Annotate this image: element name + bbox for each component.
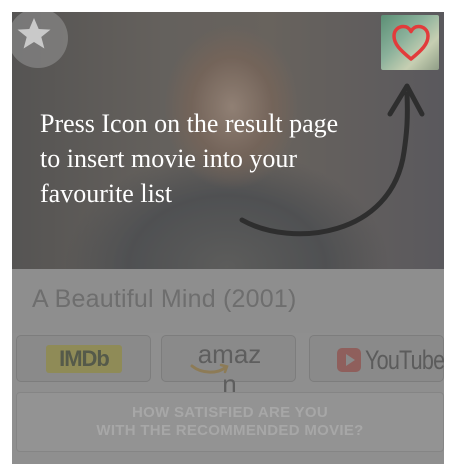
movie-title-row: A Beautiful Mind (2001) [12,269,444,333]
movie-title: A Beautiful Mind (2001) [32,285,297,313]
movie-result-card: Press Icon on the result page to insert … [12,12,444,464]
imdb-button[interactable]: IMDb [16,335,151,382]
youtube-wordmark: YouTube [365,345,444,375]
favourite-button[interactable] [381,15,439,70]
curved-arrow-icon [239,83,425,237]
amazon-button[interactable]: amaz n [161,335,296,399]
imdb-logo: IMDb [46,345,122,373]
heart-icon [392,24,430,61]
amazon-smile-icon [190,363,229,374]
star-icon [17,18,51,49]
youtube-play-icon [337,348,361,372]
youtube-button[interactable]: YouTube [309,335,444,382]
satisfaction-button-label: HOW SATISFIED ARE YOU WITH THE RECOMMEND… [96,404,364,439]
satisfaction-button[interactable]: HOW SATISFIED ARE YOU WITH THE RECOMMEND… [16,392,444,452]
youtube-logo: YouTube [337,345,444,375]
